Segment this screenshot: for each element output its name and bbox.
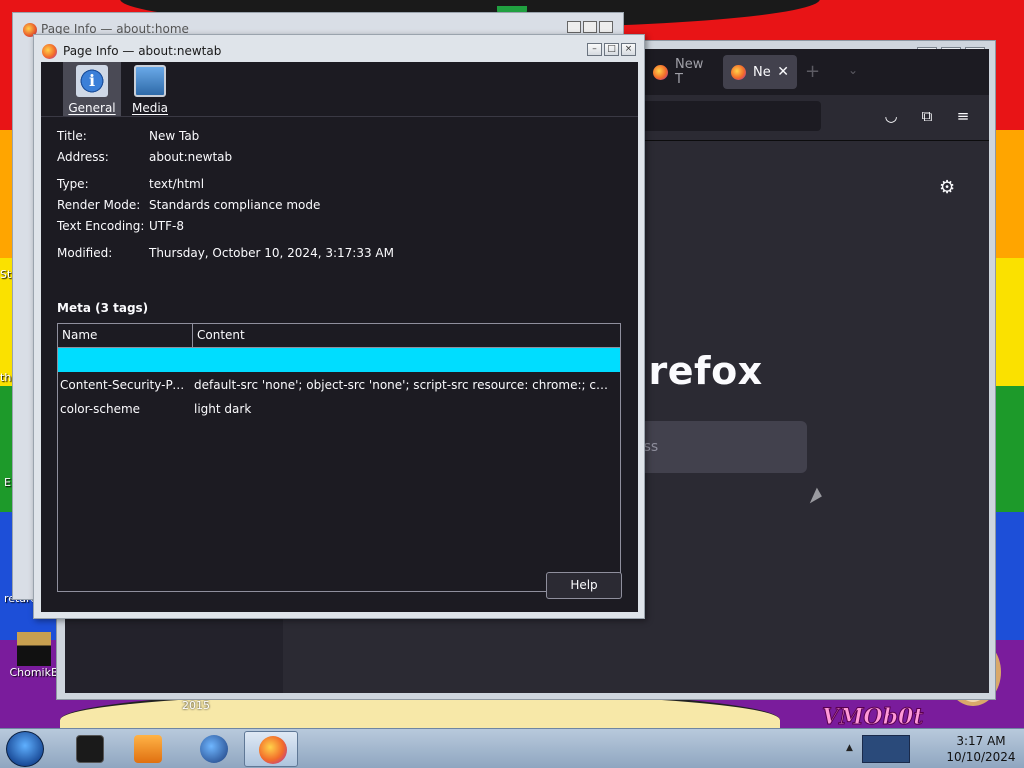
browser-tab[interactable]: New T [645,55,719,89]
new-tab-button[interactable]: + [805,61,820,82]
meta-table[interactable]: Name Content Content-Security-Polic... d… [57,323,621,592]
globe-icon [200,735,228,763]
field-label: Title: [57,129,87,143]
hamster-icon [17,632,51,666]
media-player-icon [134,735,162,763]
field-value: Standards compliance mode [149,198,321,212]
minimize-button[interactable]: – [587,43,602,56]
wallpaper-year-text: 2015 [182,699,210,712]
table-row[interactable]: color-scheme light dark [58,397,620,421]
cell-content: default-src 'none'; object-src 'none'; s… [194,378,614,392]
clock-time: 3:17 AM [956,734,1006,748]
table-row[interactable]: Content-Security-Polic... default-src 'n… [58,373,620,397]
browser-tab-active[interactable]: Ne ✕ [723,55,797,89]
desktop-icon-label: ChomikB [9,666,59,679]
window-title: Page Info — about:newtab [63,44,222,58]
column-header-name[interactable]: Name [58,324,193,347]
gear-icon[interactable]: ⚙ [939,177,955,198]
field-value: New Tab [149,129,200,143]
tab-label: Ne [753,64,771,80]
terminal-icon [76,735,104,763]
maximize-button[interactable] [583,21,597,33]
maximize-button[interactable]: □ [604,43,619,56]
close-button[interactable]: × [621,43,636,56]
field-label: Address: [57,150,109,164]
table-row-selected[interactable] [58,348,620,372]
taskbar: ▲ 3:17 AM 10/10/2024 [0,728,1024,768]
watermark-logo: VMOb0t [821,704,924,729]
info-icon: i [76,65,108,97]
extensions-icon[interactable]: ⧉ [916,105,938,127]
page-info-window[interactable]: Page Info — about:newtab – □ × i General… [33,34,645,619]
meta-heading: Meta (3 tags) [57,301,149,315]
close-button[interactable] [599,21,613,33]
system-tray: ▲ 3:17 AM 10/10/2024 [840,729,1024,768]
desktop-edge-label: th [0,371,12,384]
cell-name: color-scheme [60,402,141,416]
media-icon [134,65,166,97]
page-info-tabs: i General Media [41,62,638,117]
firefox-icon [653,64,668,80]
firefox-wordmark: irefox [635,349,763,393]
field-value: Thursday, October 10, 2024, 3:17:33 AM [149,246,394,260]
taskbar-item-firefox[interactable] [244,731,298,767]
show-hidden-icons-icon[interactable]: ▲ [846,743,853,753]
desktop-edge-label: E [4,476,11,489]
field-value: text/html [149,177,205,191]
taskbar-item-terminal[interactable] [62,731,116,767]
table-header: Name Content [58,324,620,348]
field-label: Render Mode: [57,198,141,212]
title-bar[interactable]: Page Info — about:newtab – □ × [34,35,644,62]
close-tab-icon[interactable]: ✕ [777,64,789,80]
tab-media[interactable]: Media [121,62,179,116]
pocket-icon[interactable]: ◡ [880,105,902,127]
firefox-icon [259,736,287,764]
url-bar[interactable] [625,101,821,131]
firefox-icon [731,64,746,80]
start-button[interactable] [6,731,44,767]
field-value: UTF-8 [149,219,184,233]
window-controls [567,21,613,33]
cell-name: Content-Security-Polic... [60,378,190,392]
field-label: Modified: [57,246,113,260]
tab-label: New T [675,57,704,87]
field-label: Type: [57,177,89,191]
clock-date: 10/10/2024 [946,750,1016,764]
taskbar-item-browser[interactable] [186,731,240,767]
page-info-body: i General Media Title: New Tab Address: … [41,62,638,612]
list-all-tabs-button[interactable]: ⌄ [848,63,858,77]
search-box[interactable]: ess [635,421,807,473]
tab-label: General [68,101,116,115]
firefox-icon [42,44,57,59]
clock[interactable]: 3:17 AM 10/10/2024 [938,733,1024,765]
tray-icons[interactable] [862,735,910,763]
cell-content: light dark [194,402,252,416]
field-value: about:newtab [149,150,233,164]
field-label: Text Encoding: [57,219,145,233]
desktop-icon-chomikb[interactable]: ChomikB [4,632,64,679]
minimize-button[interactable] [567,21,581,33]
column-header-content[interactable]: Content [193,324,620,347]
taskbar-item-media-player[interactable] [120,731,174,767]
help-button[interactable]: Help [546,572,622,599]
tab-general[interactable]: i General [63,62,121,116]
tab-label: Media [131,101,169,115]
hamburger-menu-icon[interactable]: ≡ [952,105,974,127]
window-controls: – □ × [587,43,636,56]
desktop-edge-label: St [0,268,12,281]
